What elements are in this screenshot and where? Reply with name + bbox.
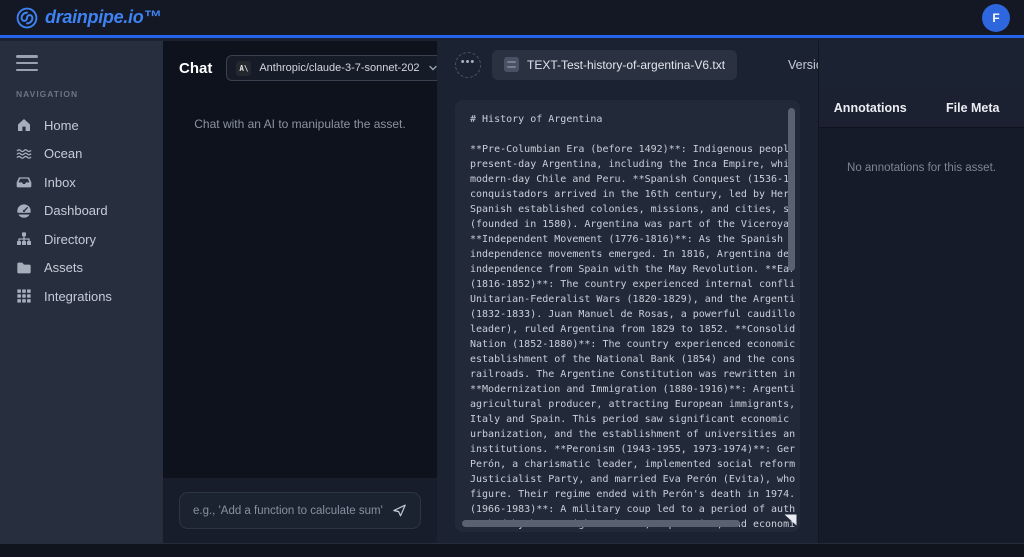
file-icon: [504, 57, 519, 72]
user-avatar[interactable]: F: [982, 4, 1010, 32]
editor-content[interactable]: # History of Argentina **Pre-Columbian E…: [455, 100, 800, 532]
hamburger-menu-icon[interactable]: [16, 55, 38, 71]
sidebar-item-home[interactable]: Home: [14, 111, 149, 140]
sidebar-item-label: Assets: [44, 260, 83, 275]
sidebar-item-ocean[interactable]: Ocean: [14, 140, 149, 169]
sidebar-item-assets[interactable]: Assets: [14, 254, 149, 283]
folder-icon: [16, 260, 32, 276]
right-panel-toolbar-gap: [819, 41, 1024, 88]
nav-section-label: NAVIGATION: [16, 89, 149, 99]
sidebar-item-label: Dashboard: [44, 203, 108, 218]
home-icon: [16, 117, 32, 133]
drainpipe-logo-icon: [16, 7, 38, 29]
file-tab[interactable]: TEXT-Test-history-of-argentina-V6.txt: [492, 50, 737, 80]
chat-input-area: [163, 478, 437, 543]
tab-annotations[interactable]: Annotations: [819, 88, 922, 127]
send-icon: [391, 502, 408, 519]
sidebar-item-label: Integrations: [44, 289, 112, 304]
waves-icon: [16, 146, 32, 162]
annotations-empty-state: No annotations for this asset.: [819, 162, 1024, 174]
top-header: drainpipe.io™ F: [0, 0, 1024, 38]
send-button[interactable]: [389, 500, 410, 521]
sidebar-item-integrations[interactable]: Integrations: [14, 282, 149, 311]
chat-panel: Chat A\ Anthropic/claude-3-7-sonnet-202 …: [163, 41, 437, 543]
right-panel-tabs: Annotations File Meta: [819, 88, 1024, 128]
text-editor[interactable]: # History of Argentina **Pre-Columbian E…: [455, 100, 800, 532]
directory-icon: [16, 231, 32, 247]
sidebar-item-dashboard[interactable]: Dashboard: [14, 197, 149, 226]
sidebar-item-label: Home: [44, 118, 79, 133]
sidebar-item-label: Directory: [44, 232, 96, 247]
chat-title: Chat: [179, 60, 212, 77]
chat-card: Chat A\ Anthropic/claude-3-7-sonnet-202 …: [163, 41, 437, 478]
dashboard-icon: [16, 203, 32, 219]
horizontal-scrollbar-thumb[interactable]: [462, 520, 740, 527]
anthropic-icon: A\: [236, 61, 251, 76]
inbox-icon: [16, 174, 32, 190]
app-logo[interactable]: drainpipe.io™: [16, 7, 161, 29]
sidebar-item-directory[interactable]: Directory: [14, 225, 149, 254]
more-options-button[interactable]: •••: [455, 52, 481, 78]
sidebar-item-label: Ocean: [44, 146, 82, 161]
bottom-strip: [0, 543, 1024, 557]
resize-handle[interactable]: [785, 515, 797, 526]
file-tab-label: TEXT-Test-history-of-argentina-V6.txt: [527, 58, 725, 72]
model-selector-value: Anthropic/claude-3-7-sonnet-202: [259, 62, 419, 74]
vertical-scrollbar-thumb[interactable]: [788, 108, 795, 271]
chat-input[interactable]: [193, 505, 389, 517]
tab-file-meta[interactable]: File Meta: [922, 88, 1024, 127]
chat-empty-state: Chat with an AI to manipulate the asset.: [163, 117, 437, 131]
sidebar-item-label: Inbox: [44, 175, 76, 190]
grid-icon: [16, 288, 32, 304]
annotations-panel: Annotations File Meta No annotations for…: [818, 41, 1024, 543]
logo-text: drainpipe.io™: [45, 7, 161, 28]
nav-sidebar: NAVIGATION Home Ocean Inbox: [0, 41, 163, 543]
sidebar-item-inbox[interactable]: Inbox: [14, 168, 149, 197]
app-window: drainpipe.io™ F NAVIGATION Home Ocean In…: [0, 0, 1024, 557]
chat-input-box: [179, 492, 421, 529]
model-selector-dropdown[interactable]: A\ Anthropic/claude-3-7-sonnet-202: [226, 55, 447, 81]
